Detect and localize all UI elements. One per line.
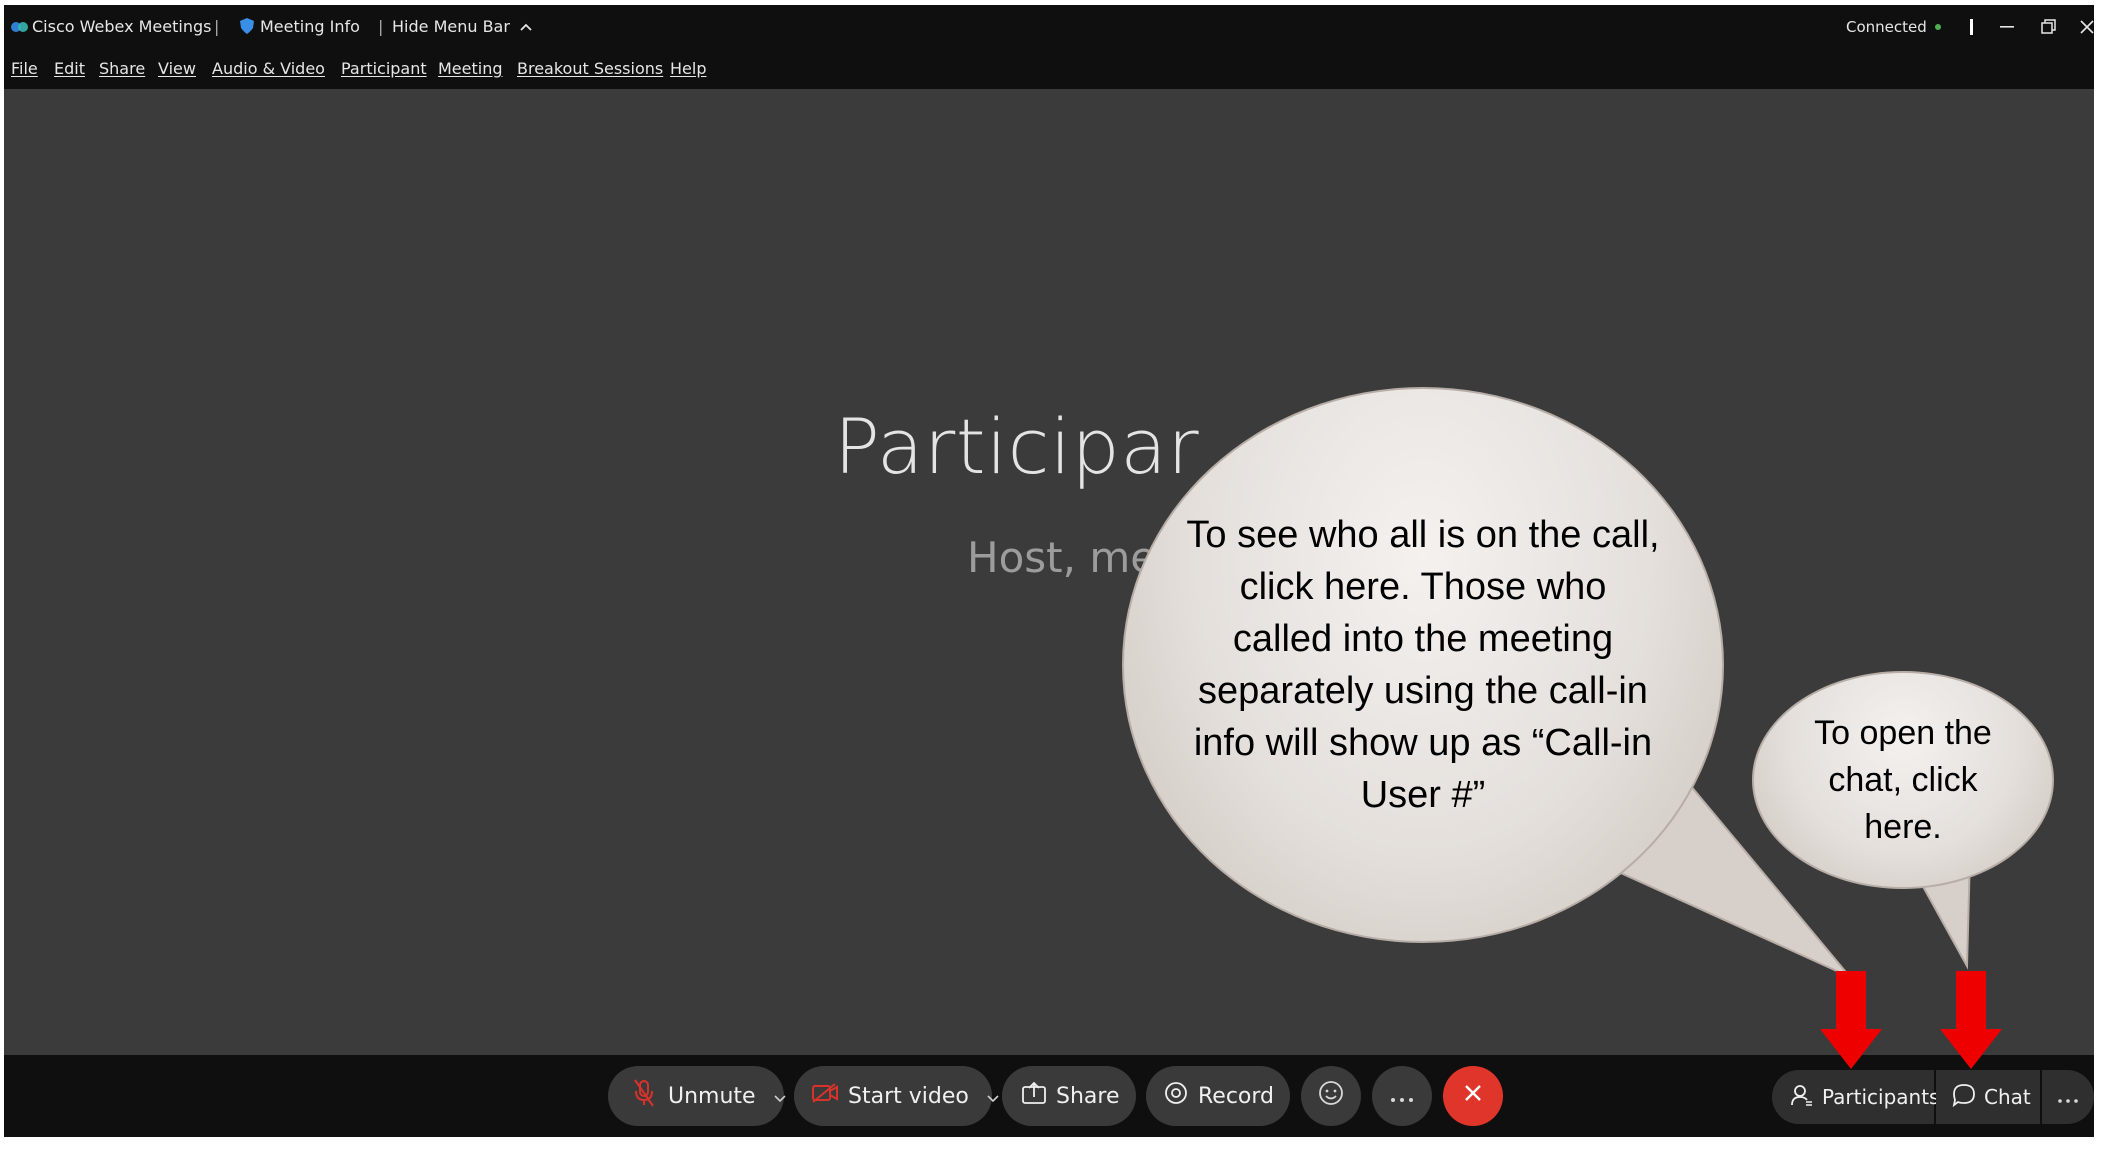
callout-tails xyxy=(1610,783,1972,978)
chat-callout-text: To open the chat, click here. xyxy=(1814,713,1992,846)
webex-window: Cisco Webex Meetings | Meeting Info | Hi… xyxy=(4,5,2094,1137)
participants-arrow-icon xyxy=(1820,971,1882,1069)
participants-callout-text: To see who all is on the call, click her… xyxy=(1186,514,1660,816)
chat-arrow-icon xyxy=(1940,971,2002,1069)
chat-callout: To open the chat, click here. xyxy=(1752,671,2054,889)
participants-callout: To see who all is on the call, click her… xyxy=(1122,387,1724,943)
